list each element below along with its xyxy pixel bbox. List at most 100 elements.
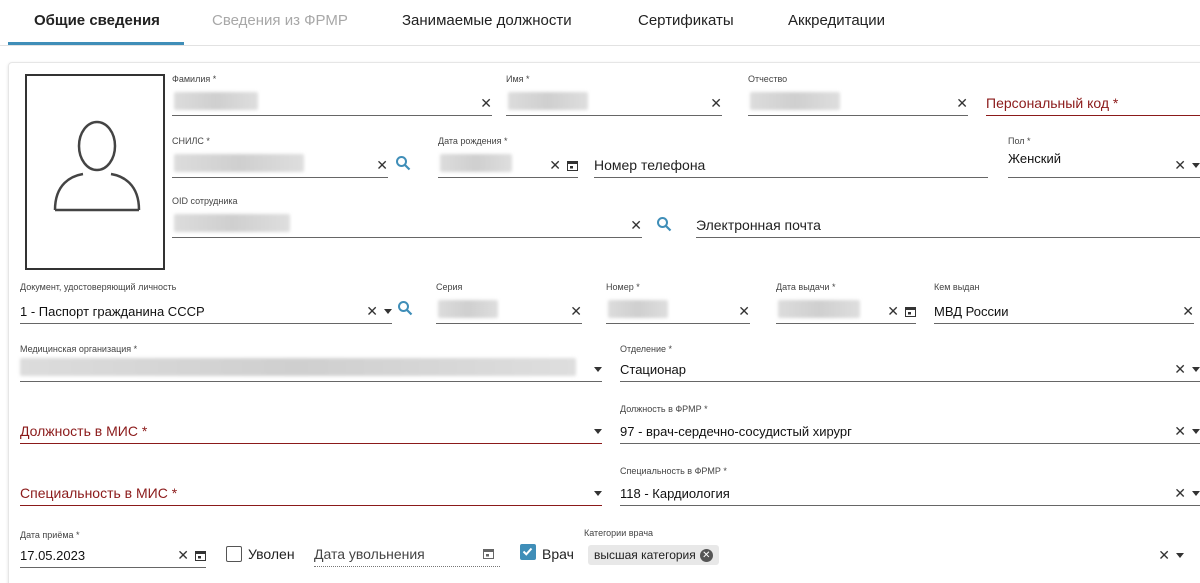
hire-date-value: 17.05.2023 bbox=[20, 548, 86, 563]
tab-general-info[interactable]: Общие сведения bbox=[34, 12, 160, 29]
clear-icon[interactable]: ✕ bbox=[1174, 485, 1186, 502]
tab-frmr-info[interactable]: Сведения из ФРМР bbox=[212, 12, 348, 29]
id-document-value: 1 - Паспорт гражданина СССР bbox=[20, 304, 205, 319]
hire-date-field[interactable]: Дата приёма * 17.05.2023 ✕ bbox=[20, 530, 206, 568]
dismissed-checkbox[interactable] bbox=[226, 546, 242, 562]
dropdown-arrow-icon[interactable] bbox=[1192, 366, 1200, 372]
med-org-select[interactable]: Медицинская организация * bbox=[20, 344, 602, 382]
doctor-category-label: Категории врача bbox=[584, 528, 654, 538]
tab-bar: Общие сведения Сведения из ФРМР Занимаем… bbox=[0, 0, 1200, 46]
phone-field[interactable]: Номер телефона bbox=[594, 136, 988, 178]
clear-icon[interactable]: ✕ bbox=[549, 157, 561, 174]
clear-icon[interactable]: ✕ bbox=[710, 95, 722, 112]
oid-label: OID сотрудника bbox=[172, 196, 238, 206]
issue-date-value-redacted bbox=[778, 300, 860, 318]
clear-icon[interactable]: ✕ bbox=[1174, 423, 1186, 440]
personal-code-field[interactable]: Персональный код * bbox=[986, 74, 1200, 116]
email-placeholder: Электронная почта bbox=[696, 217, 821, 233]
name-value-redacted bbox=[508, 92, 588, 110]
oid-search-icon[interactable] bbox=[656, 216, 672, 232]
surname-label: Фамилия * bbox=[172, 74, 217, 84]
dismissed-label: Уволен bbox=[248, 546, 295, 562]
clear-icon[interactable]: ✕ bbox=[177, 547, 189, 564]
gender-select[interactable]: Пол * Женский ✕ bbox=[1008, 136, 1200, 178]
department-select[interactable]: Отделение * Стационар ✕ bbox=[620, 344, 1200, 382]
clear-icon[interactable]: ✕ bbox=[1174, 157, 1186, 174]
tab-certificates[interactable]: Сертификаты bbox=[638, 12, 734, 29]
clear-icon[interactable]: ✕ bbox=[366, 303, 378, 320]
birth-date-field[interactable]: Дата рождения * ✕ bbox=[438, 136, 578, 178]
specialty-frmr-select[interactable]: Специальность в ФРМР * 118 - Кардиология… bbox=[620, 466, 1200, 506]
name-field[interactable]: Имя * ✕ bbox=[506, 74, 722, 116]
patronymic-field[interactable]: Отчество ✕ bbox=[748, 74, 968, 116]
clear-icon[interactable]: ✕ bbox=[738, 303, 750, 320]
dropdown-arrow-icon[interactable] bbox=[594, 366, 602, 372]
clear-icon[interactable]: ✕ bbox=[956, 95, 968, 112]
series-label: Серия bbox=[436, 282, 463, 292]
employee-photo[interactable] bbox=[25, 74, 165, 270]
calendar-icon[interactable] bbox=[483, 546, 494, 564]
specialty-frmr-value: 118 - Кардиология bbox=[620, 486, 730, 501]
dropdown-arrow-icon[interactable] bbox=[594, 428, 602, 434]
calendar-icon[interactable] bbox=[567, 160, 578, 171]
dismissal-date-placeholder[interactable]: Дата увольнения bbox=[314, 546, 425, 562]
position-mis-select[interactable]: Должность в МИС * bbox=[20, 404, 602, 444]
oid-field[interactable]: OID сотрудника ✕ bbox=[172, 196, 642, 238]
specialty-frmr-label: Специальность в ФРМР * bbox=[620, 466, 727, 476]
phone-placeholder: Номер телефона bbox=[594, 157, 706, 173]
issue-date-field[interactable]: Дата выдачи * ✕ bbox=[776, 282, 916, 324]
issued-by-value: МВД России bbox=[934, 304, 1009, 319]
clear-icon[interactable]: ✕ bbox=[480, 95, 492, 112]
dropdown-arrow-icon[interactable] bbox=[594, 490, 602, 496]
dropdown-arrow-icon[interactable] bbox=[384, 308, 392, 314]
patronymic-label: Отчество bbox=[748, 74, 788, 84]
birth-date-value-redacted bbox=[440, 154, 512, 172]
series-field[interactable]: Серия ✕ bbox=[436, 282, 582, 324]
clear-icon[interactable]: ✕ bbox=[1174, 361, 1186, 378]
checkmark-icon bbox=[522, 547, 533, 556]
series-value-redacted bbox=[438, 300, 498, 318]
calendar-icon[interactable] bbox=[195, 550, 206, 561]
clear-icon[interactable]: ✕ bbox=[1182, 303, 1194, 320]
specialty-mis-select[interactable]: Специальность в МИС * bbox=[20, 466, 602, 506]
dismissal-date-underline bbox=[314, 566, 500, 567]
user-avatar-icon bbox=[53, 120, 141, 212]
issued-by-field[interactable]: Кем выдан МВД России ✕ bbox=[934, 282, 1194, 324]
position-frmr-label: Должность в ФРМР * bbox=[620, 404, 708, 414]
issue-date-label: Дата выдачи * bbox=[776, 282, 836, 292]
dropdown-arrow-icon[interactable] bbox=[1176, 552, 1184, 558]
clear-icon[interactable]: ✕ bbox=[1158, 547, 1170, 564]
number-field[interactable]: Номер * ✕ bbox=[606, 282, 750, 324]
snils-label: СНИЛС * bbox=[172, 136, 210, 146]
clear-icon[interactable]: ✕ bbox=[887, 303, 899, 320]
position-frmr-select[interactable]: Должность в ФРМР * 97 - врач-сердечно-со… bbox=[620, 404, 1200, 444]
doctor-category-chip-label: высшая категория bbox=[594, 548, 696, 562]
calendar-icon[interactable] bbox=[905, 306, 916, 317]
med-org-label: Медицинская организация * bbox=[20, 344, 138, 354]
oid-value-redacted bbox=[174, 214, 290, 232]
clear-icon[interactable]: ✕ bbox=[630, 217, 642, 234]
snils-field[interactable]: СНИЛС * ✕ bbox=[172, 136, 388, 178]
personal-code-placeholder: Персональный код * bbox=[986, 95, 1119, 111]
tab-accreditations[interactable]: Аккредитации bbox=[788, 12, 885, 29]
clear-icon[interactable]: ✕ bbox=[376, 157, 388, 174]
position-mis-placeholder: Должность в МИС * bbox=[20, 423, 148, 439]
issued-by-label: Кем выдан bbox=[934, 282, 980, 292]
chip-remove-icon[interactable]: ✕ bbox=[699, 548, 713, 562]
surname-field[interactable]: Фамилия * ✕ bbox=[172, 74, 492, 116]
clear-icon[interactable]: ✕ bbox=[570, 303, 582, 320]
snils-search-icon[interactable] bbox=[395, 155, 411, 171]
gender-value: Женский bbox=[1008, 151, 1061, 166]
doctor-label: Врач bbox=[542, 546, 574, 562]
tab-positions[interactable]: Занимаемые должности bbox=[402, 12, 572, 29]
dropdown-arrow-icon[interactable] bbox=[1192, 490, 1200, 496]
department-value: Стационар bbox=[620, 362, 687, 377]
doctor-checkbox[interactable] bbox=[520, 544, 536, 560]
email-field[interactable]: Электронная почта bbox=[696, 196, 1200, 238]
name-label: Имя * bbox=[506, 74, 530, 84]
dropdown-arrow-icon[interactable] bbox=[1192, 162, 1200, 168]
id-document-select[interactable]: Документ, удостоверяющий личность 1 - Па… bbox=[20, 282, 392, 324]
dropdown-arrow-icon[interactable] bbox=[1192, 428, 1200, 434]
surname-value-redacted bbox=[174, 92, 258, 110]
id-document-search-icon[interactable] bbox=[397, 300, 413, 316]
